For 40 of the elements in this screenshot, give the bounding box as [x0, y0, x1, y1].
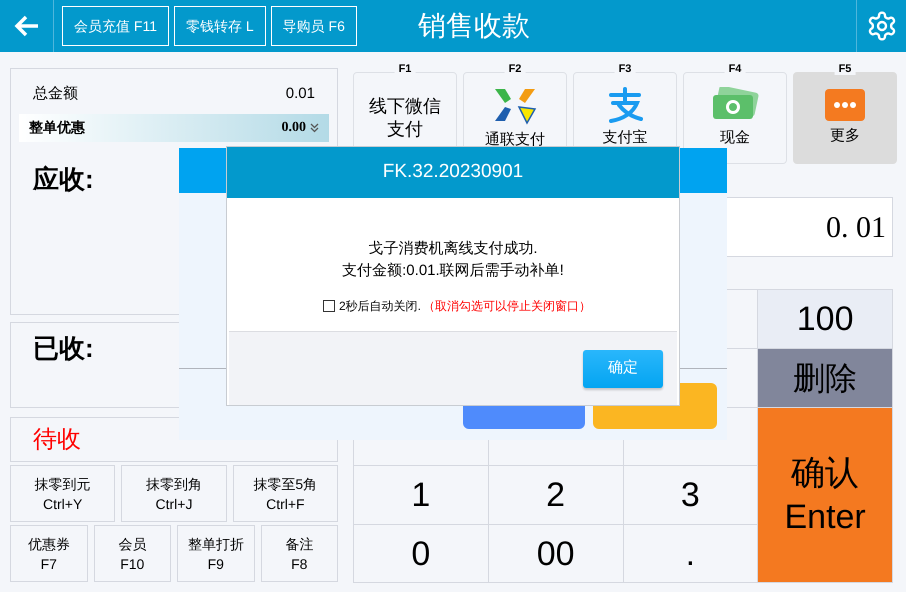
function-button[interactable]: 优惠券 F7: [10, 525, 88, 582]
rounding-button[interactable]: 抹零至5角 Ctrl+F: [232, 465, 338, 522]
function-button[interactable]: 会员 F10: [94, 525, 171, 582]
page-title: 销售收款: [418, 9, 530, 43]
numpad-key[interactable]: 1: [354, 466, 489, 525]
receivable-label: 应收:: [33, 162, 95, 196]
function-button[interactable]: 整单打折 F9: [177, 525, 254, 582]
shortcut-label: F5: [834, 63, 856, 75]
numpad-key[interactable]: 确认 Enter: [758, 408, 893, 583]
payment-method-tile[interactable]: 更多: [793, 72, 897, 164]
numpad-key[interactable]: 2: [488, 466, 624, 525]
dialog-message: 戈子消费机离线支付成功.: [368, 239, 538, 259]
numpad-key[interactable]: 3: [624, 466, 758, 525]
received-label: 已收:: [33, 333, 94, 363]
numpad-key[interactable]: 00: [488, 525, 624, 583]
rounding-button[interactable]: 抹零到角 Ctrl+J: [121, 465, 227, 522]
discount-value: 0.00: [282, 119, 306, 137]
auto-close-label: 2秒后自动关闭.: [338, 298, 421, 315]
numpad-key[interactable]: 删除: [758, 349, 893, 408]
shortcut-label: F4: [724, 63, 746, 75]
total-value: 0.01: [286, 84, 315, 104]
numpad-key[interactable]: .: [624, 525, 758, 583]
rounding-button[interactable]: 抹零到元 Ctrl+Y: [10, 465, 116, 522]
discount-label: 整单优惠: [29, 118, 85, 137]
chevron-down-icon: [310, 122, 319, 132]
discount-row[interactable]: 整单优惠 0.00: [19, 114, 329, 142]
dialog-message: 支付金额:0.01.联网后需手动补单!: [342, 261, 564, 281]
total-label: 总金额: [33, 84, 78, 104]
auto-close-checkbox[interactable]: [322, 300, 335, 312]
shortcut-label: F2: [504, 63, 526, 75]
shortcut-label: F1: [394, 63, 416, 75]
shortcut-label: F3: [614, 63, 636, 75]
numpad-key[interactable]: 100: [758, 290, 893, 349]
numpad-key[interactable]: 0: [354, 525, 489, 583]
function-button[interactable]: 备注 F8: [260, 525, 338, 582]
payment-method-tile[interactable]: 现金: [683, 72, 787, 164]
pending-label: 待收: [33, 424, 81, 454]
more-icon: [825, 88, 865, 121]
auto-close-note: （取消勾选可以停止关闭窗口）: [423, 298, 591, 315]
back-arrow-icon: [14, 15, 40, 37]
